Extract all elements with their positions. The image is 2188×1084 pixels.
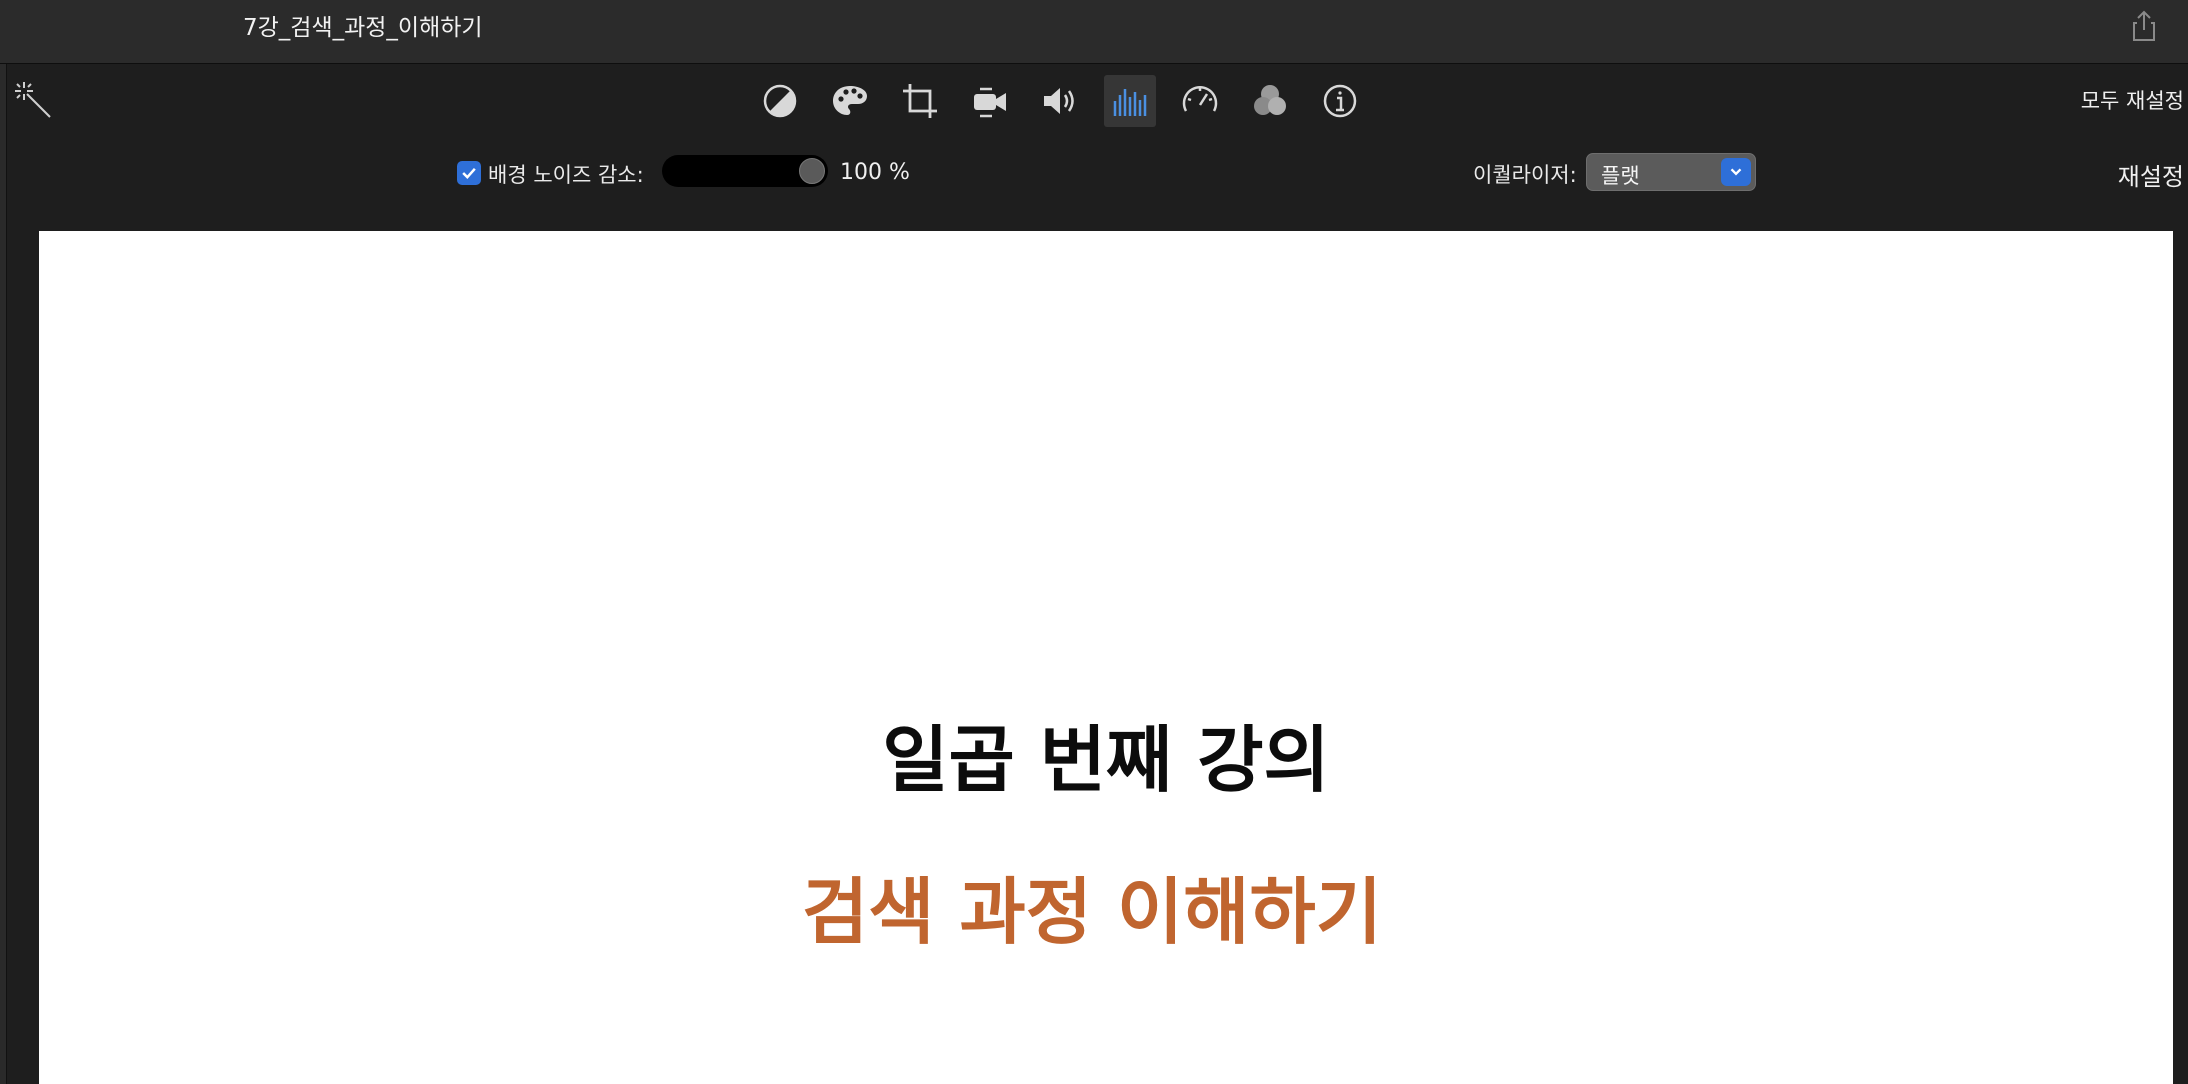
noise-reduction-options: 배경 노이즈 감소: 100 % 이퀄라이저: 플랫 재설정 [0, 135, 2188, 210]
window-title: 7강_검색_과정_이해하기 [243, 15, 483, 41]
speed-icon[interactable] [1174, 75, 1226, 127]
reset-button[interactable]: 재설정 [2118, 157, 2184, 192]
equalizer-label: 이퀄라이저: [1473, 163, 1577, 187]
info-icon[interactable] [1314, 75, 1366, 127]
slide-subtitle: 검색 과정 이해하기 [801, 870, 1383, 954]
color-correction-icon[interactable] [824, 75, 876, 127]
slider-knob[interactable] [799, 158, 825, 184]
color-balance-icon[interactable] [754, 75, 806, 127]
noise-reduction-slider[interactable] [662, 155, 828, 187]
noise-reduction-value: 100 % [840, 160, 910, 185]
adjustment-toolbar: 모두 재설정 [0, 65, 2188, 135]
slide-title: 일곱 번째 강의 [882, 718, 1330, 802]
crop-icon[interactable] [894, 75, 946, 127]
noise-reduction-label: 배경 노이즈 감소: [488, 163, 644, 187]
clip-filter-icon[interactable] [1244, 75, 1296, 127]
title-bar: 7강_검색_과정_이해하기 [0, 0, 2188, 64]
equalizer-selected-value: 플랫 [1601, 164, 1640, 188]
reset-all-button[interactable]: 모두 재설정 [2081, 85, 2184, 115]
share-icon[interactable] [2126, 8, 2162, 44]
left-panel-edge [0, 64, 7, 1084]
noise-reduction-checkbox[interactable] [457, 161, 481, 185]
volume-icon[interactable] [1034, 75, 1086, 127]
video-viewer: 일곱 번째 강의 검색 과정 이해하기 [39, 231, 2173, 1084]
chevron-down-icon[interactable] [1721, 158, 1751, 186]
magic-wand-icon[interactable] [12, 79, 54, 121]
noise-reduction-equalizer-icon[interactable] [1104, 75, 1156, 127]
equalizer-select[interactable]: 플랫 [1586, 153, 1756, 191]
stabilization-icon[interactable] [964, 75, 1016, 127]
